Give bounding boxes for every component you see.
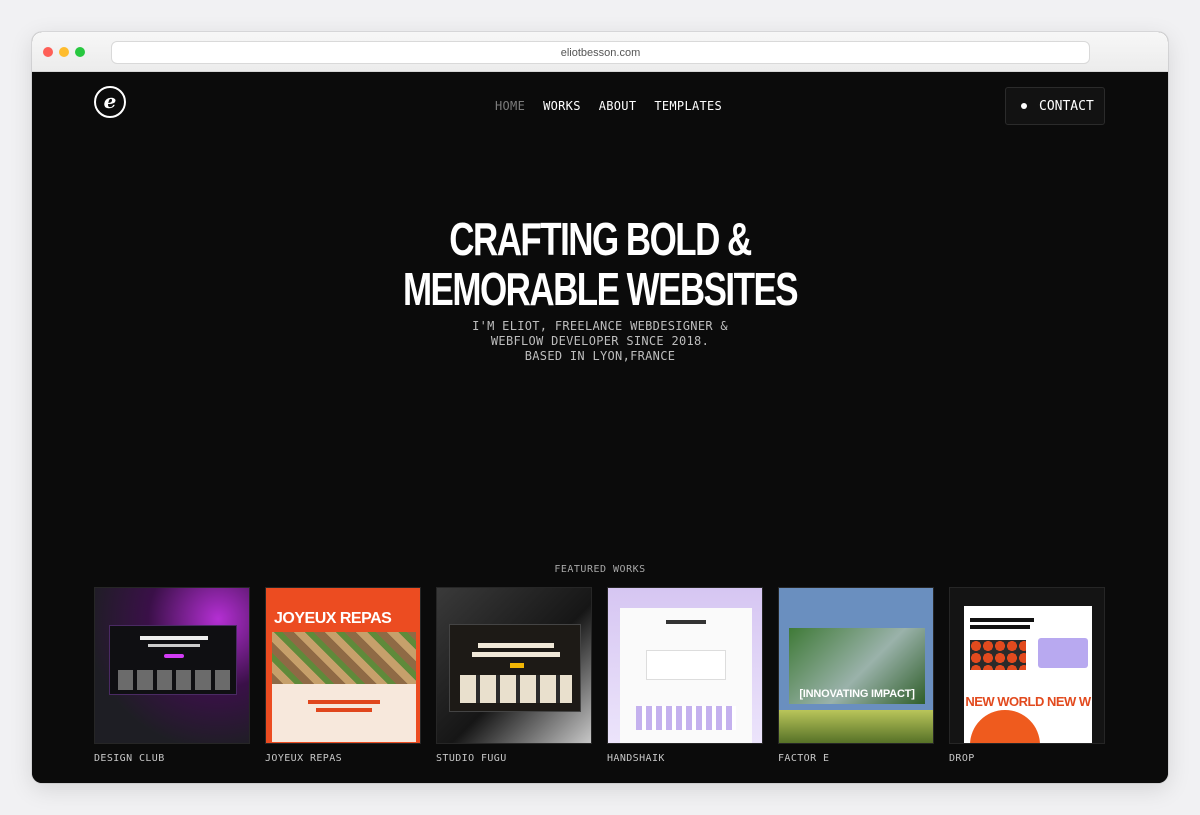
work-card-studio-fugu[interactable]: STUDIO FUGU [436, 587, 592, 764]
work-card-handshaik[interactable]: HANDSHAIK [607, 587, 763, 764]
work-thumbnail[interactable]: JOYEUX REPAS [265, 587, 421, 744]
grass-image [779, 710, 933, 743]
hero-title: CRAFTING BOLD & MEMORABLE WEBSITES [168, 214, 1031, 314]
work-card-joyeux-repas[interactable]: JOYEUX REPAS JOYEUX REPAS [265, 587, 421, 764]
hero-subtitle-line-2: WEBFLOW DEVELOPER SINCE 2018. [490, 334, 710, 348]
work-thumbnail[interactable] [436, 587, 592, 744]
work-thumbnail[interactable] [607, 587, 763, 744]
hero-subtitle-line-3: BASED IN LYON,FRANCE [524, 349, 676, 363]
work-title: STUDIO FUGU [436, 753, 507, 764]
close-window-button[interactable] [43, 47, 53, 57]
hero-subtitle: I'M ELIOT, FREELANCE WEBDESIGNER & WEBFL… [32, 319, 1168, 364]
site-logo[interactable]: e [94, 86, 126, 118]
website: e HOME WORKS ABOUT TEMPLATES CONTACT CRA… [32, 73, 1168, 783]
logo-letter: e [103, 88, 117, 113]
minimize-window-button[interactable] [59, 47, 69, 57]
work-card-design-club[interactable]: DESIGN CLUB [94, 587, 250, 764]
contact-button[interactable]: CONTACT [1005, 87, 1105, 125]
thumbnail-headline: JOYEUX REPAS [274, 610, 392, 627]
work-thumbnail[interactable]: [INNOVATING IMPACT] [778, 587, 934, 744]
featured-works-grid: DESIGN CLUB JOYEUX REPAS JOYEUX REPAS ST… [94, 587, 1106, 767]
work-title: FACTOR E [778, 753, 830, 764]
screenshot-preview: NEW WORLD NEW W [964, 606, 1092, 743]
thumbnail-headline: NEW WORLD NEW W [965, 694, 1091, 709]
nav-works[interactable]: WORKS [543, 99, 581, 113]
featured-works-label: FEATURED WORKS [554, 564, 646, 575]
work-title: HANDSHAIK [607, 753, 665, 764]
dot-icon [1021, 103, 1027, 109]
work-title: JOYEUX REPAS [265, 753, 343, 764]
hero-title-line-1: CRAFTING BOLD & [449, 213, 752, 265]
nav-home[interactable]: HOME [495, 99, 525, 113]
screenshot-preview [272, 684, 416, 742]
food-image [272, 632, 416, 684]
browser-titlebar: eliotbesson.com [32, 32, 1168, 72]
thumbnail-headline: [INNOVATING IMPACT] [799, 688, 915, 700]
screenshot-preview [449, 624, 581, 712]
work-title: DROP [949, 753, 975, 764]
contact-label: CONTACT [1039, 98, 1094, 114]
main-nav: HOME WORKS ABOUT TEMPLATES [495, 99, 722, 113]
work-title: DESIGN CLUB [94, 753, 165, 764]
screenshot-preview [109, 625, 237, 695]
work-card-drop[interactable]: NEW WORLD NEW W DROP [949, 587, 1105, 764]
maximize-window-button[interactable] [75, 47, 85, 57]
address-bar[interactable]: eliotbesson.com [111, 41, 1090, 64]
browser-window: eliotbesson.com e HOME WORKS ABOUT TEMPL… [32, 32, 1168, 783]
hero-subtitle-line-1: I'M ELIOT, FREELANCE WEBDESIGNER & [472, 319, 728, 333]
hero-title-line-2: MEMORABLE WEBSITES [402, 263, 799, 315]
work-card-factor-e[interactable]: [INNOVATING IMPACT] FACTOR E [778, 587, 934, 764]
nav-about[interactable]: ABOUT [599, 99, 637, 113]
work-thumbnail[interactable]: NEW WORLD NEW W [949, 587, 1105, 744]
screenshot-preview [620, 608, 752, 743]
work-thumbnail[interactable] [94, 587, 250, 744]
nav-templates[interactable]: TEMPLATES [654, 99, 722, 113]
